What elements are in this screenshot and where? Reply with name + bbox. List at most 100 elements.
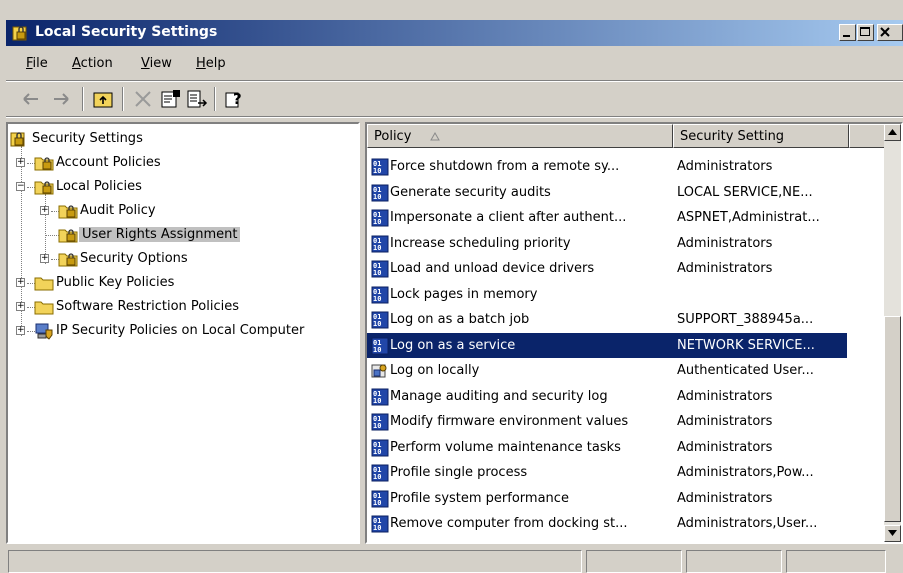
expand-plus-icon[interactable]: +: [16, 302, 25, 311]
minimize-button[interactable]: [839, 24, 856, 41]
table-row[interactable]: 01 10 Increase scheduling priority Administ…: [367, 231, 847, 256]
table-row[interactable]: 01 10 Impersonate a client after authent..…: [367, 205, 847, 230]
toolbar-separator: [82, 87, 84, 111]
tree-item-audit-policy[interactable]: + Audit Policy: [8, 200, 358, 222]
policy-icon: 0110: [371, 490, 389, 507]
table-row[interactable]: 01 10 Manage auditing and security log Admi…: [367, 384, 847, 409]
policy-icon: 0110: [371, 158, 389, 176]
scroll-down-button[interactable]: [884, 525, 901, 542]
table-row[interactable]: 01 10 Profile single process Administrators…: [367, 460, 847, 485]
svg-text:10: 10: [373, 320, 381, 328]
console-tree-pane[interactable]: Security Settings + Account Policies − L…: [6, 122, 360, 544]
export-list-icon[interactable]: [186, 88, 208, 110]
tree-label: Software Restriction Policies: [56, 299, 239, 314]
svg-text:10: 10: [373, 244, 381, 252]
delete-icon[interactable]: [132, 88, 154, 110]
policy-icon: 0110: [371, 439, 389, 456]
tree-label: Account Policies: [56, 155, 161, 170]
security-setting-cell: Administrators: [677, 235, 773, 251]
tree-item-ip-security-policies[interactable]: + IP Security Policies on Local Computer: [8, 320, 358, 342]
table-row[interactable]: 01 10 Modify firmware environment values Ad…: [367, 409, 847, 434]
policy-cell: Impersonate a client after authent...: [390, 210, 627, 225]
expand-plus-icon[interactable]: +: [16, 326, 25, 335]
title-bar[interactable]: Local Security Settings: [6, 20, 903, 46]
menu-action-accelerator: A: [72, 56, 81, 71]
policy-cell: Log on as a batch job: [390, 312, 530, 327]
svg-text:10: 10: [373, 524, 381, 532]
policy-icon: 0110: [371, 337, 389, 354]
menu-file[interactable]: File: [26, 56, 48, 71]
security-setting-cell: SUPPORT_388945a...: [677, 312, 814, 327]
collapse-minus-icon[interactable]: −: [16, 182, 25, 191]
properties-icon[interactable]: [160, 88, 182, 110]
security-setting-cell: ASPNET,Administrat...: [677, 210, 820, 225]
close-button[interactable]: [877, 24, 903, 41]
security-setting-cell: Administrators,User...: [677, 516, 818, 531]
status-panel: [686, 550, 782, 573]
help-icon[interactable]: ?: [224, 88, 246, 110]
policy-icon: 0110: [371, 235, 389, 252]
security-setting-cell: Administrators: [677, 159, 773, 174]
table-row[interactable]: 01 10 Log on as a service NETWORK SERVICE..…: [367, 332, 847, 358]
menu-view-label: iew: [149, 56, 172, 71]
scrollbar-thumb[interactable]: [884, 316, 901, 522]
security-setting-cell: Administrators,Pow...: [677, 465, 814, 480]
expand-plus-icon[interactable]: +: [40, 254, 49, 263]
svg-text:10: 10: [373, 397, 381, 405]
back-arrow-icon[interactable]: [20, 88, 42, 110]
computer-shield-icon: [35, 323, 53, 340]
tree-item-account-policies[interactable]: + Account Policies: [8, 152, 358, 174]
tree-item-public-key-policies[interactable]: + Public Key Policies: [8, 272, 358, 294]
table-row[interactable]: Log on locally Authenticated User...: [367, 358, 847, 383]
expand-plus-icon[interactable]: +: [16, 158, 25, 167]
tree-label: Security Settings: [32, 131, 143, 146]
svg-text:10: 10: [373, 499, 381, 507]
scroll-up-button[interactable]: [884, 124, 901, 141]
column-header-label: Policy: [374, 129, 412, 144]
table-row[interactable]: 01 10 Load and unload device drivers Admini…: [367, 256, 847, 281]
up-one-level-icon[interactable]: [92, 88, 114, 110]
policy-cell: Remove computer from docking st...: [390, 516, 628, 531]
table-row[interactable]: 01 10 Perform volume maintenance tasks Admi…: [367, 435, 847, 460]
local-security-settings-window: Local Security Settings File Action View…: [0, 0, 903, 573]
status-bar: [6, 548, 903, 573]
expand-plus-icon[interactable]: +: [40, 206, 49, 215]
column-header-label: Security Setting: [680, 129, 785, 144]
table-row[interactable]: 01 10 Force shutdown from a remote sy... Ad…: [367, 154, 847, 179]
table-row[interactable]: 01 10 Log on as a batch job SUPPORT_388945a…: [367, 307, 847, 332]
vertical-scrollbar[interactable]: [884, 124, 901, 542]
expand-plus-icon[interactable]: +: [16, 278, 25, 287]
policy-cell: Profile system performance: [390, 490, 569, 506]
menu-file-label: ile: [32, 56, 48, 71]
policy-icon: 0110: [371, 515, 389, 533]
tree-item-security-options[interactable]: + Security Options: [8, 248, 358, 270]
table-row[interactable]: 01 10 Remove computer from docking st... Ad…: [367, 511, 847, 536]
policy-icon: 0110: [371, 464, 389, 482]
column-header-security-setting[interactable]: Security Setting: [673, 124, 849, 148]
security-settings-icon: [10, 132, 25, 147]
menu-help[interactable]: Help: [196, 56, 226, 71]
security-setting-cell: Administrators: [677, 439, 773, 455]
column-header-filler: [849, 124, 889, 148]
tree-item-local-policies[interactable]: − Local Policies: [8, 176, 358, 198]
column-header-policy[interactable]: Policy: [367, 124, 673, 148]
forward-arrow-icon[interactable]: [50, 88, 72, 110]
maximize-button[interactable]: [857, 24, 874, 41]
menu-action[interactable]: Action: [72, 56, 113, 71]
menu-help-label: elp: [205, 56, 226, 71]
table-row[interactable]: 01 10 Profile system performance Administra…: [367, 486, 847, 511]
table-row[interactable]: 01 10 Generate security audits LOCAL SERVIC…: [367, 180, 847, 205]
menu-action-label: ction: [80, 56, 113, 71]
security-settings-app-icon[interactable]: [12, 24, 30, 42]
folder-lock-icon: [58, 205, 78, 219]
tree-item-software-restriction-policies[interactable]: + Software Restriction Policies: [8, 296, 358, 318]
menu-view[interactable]: View: [141, 56, 172, 71]
security-setting-cell: NETWORK SERVICE...: [677, 337, 815, 353]
menu-help-accelerator: H: [196, 56, 206, 71]
details-list-pane[interactable]: Policy Security Setting 01 10 Force shutdo…: [365, 122, 903, 544]
status-panel: [586, 550, 682, 573]
status-panel-main: [8, 550, 582, 573]
tree-item-security-settings[interactable]: Security Settings: [8, 128, 358, 150]
table-row[interactable]: 01 10 Lock pages in memory: [367, 282, 847, 307]
tree-item-user-rights-assignment[interactable]: User Rights Assignment: [8, 224, 358, 246]
